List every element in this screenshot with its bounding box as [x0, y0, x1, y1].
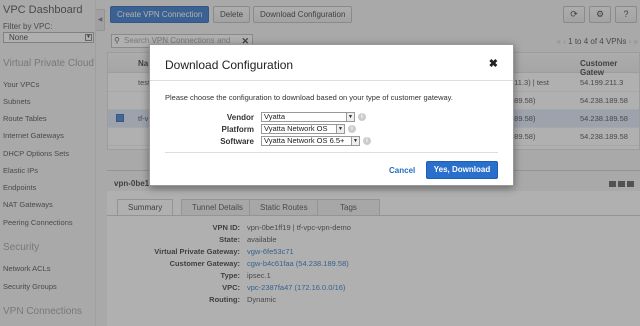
- chevron-down-icon: ▼: [336, 125, 344, 133]
- platform-label: Platform: [221, 125, 254, 134]
- chevron-down-icon: ▼: [351, 137, 359, 145]
- info-icon[interactable]: i: [363, 137, 371, 145]
- dialog-footer-divider: [165, 152, 498, 153]
- chevron-down-icon: ▼: [346, 113, 354, 121]
- dialog-title: Download Configuration: [165, 58, 294, 72]
- vendor-label: Vendor: [226, 113, 254, 122]
- cancel-button[interactable]: Cancel: [389, 166, 415, 175]
- dialog-divider: [150, 80, 513, 81]
- vendor-value: Vyatta: [264, 112, 285, 121]
- software-select[interactable]: Vyatta Network OS 6.5+ ▼: [261, 136, 360, 146]
- info-icon[interactable]: i: [358, 113, 366, 121]
- platform-select[interactable]: Vyatta Network OS ▼: [261, 124, 345, 134]
- software-value: Vyatta Network OS 6.5+: [264, 136, 345, 145]
- vendor-select[interactable]: Vyatta ▼: [261, 112, 355, 122]
- dialog-description: Please choose the configuration to downl…: [165, 93, 453, 102]
- yes-download-button[interactable]: Yes, Download: [426, 161, 498, 179]
- software-label: Software: [220, 137, 254, 146]
- info-icon[interactable]: i: [348, 125, 356, 133]
- download-configuration-dialog: Download Configuration ✖ Please choose t…: [149, 44, 514, 186]
- platform-value: Vyatta Network OS: [264, 124, 328, 133]
- close-icon[interactable]: ✖: [489, 57, 498, 70]
